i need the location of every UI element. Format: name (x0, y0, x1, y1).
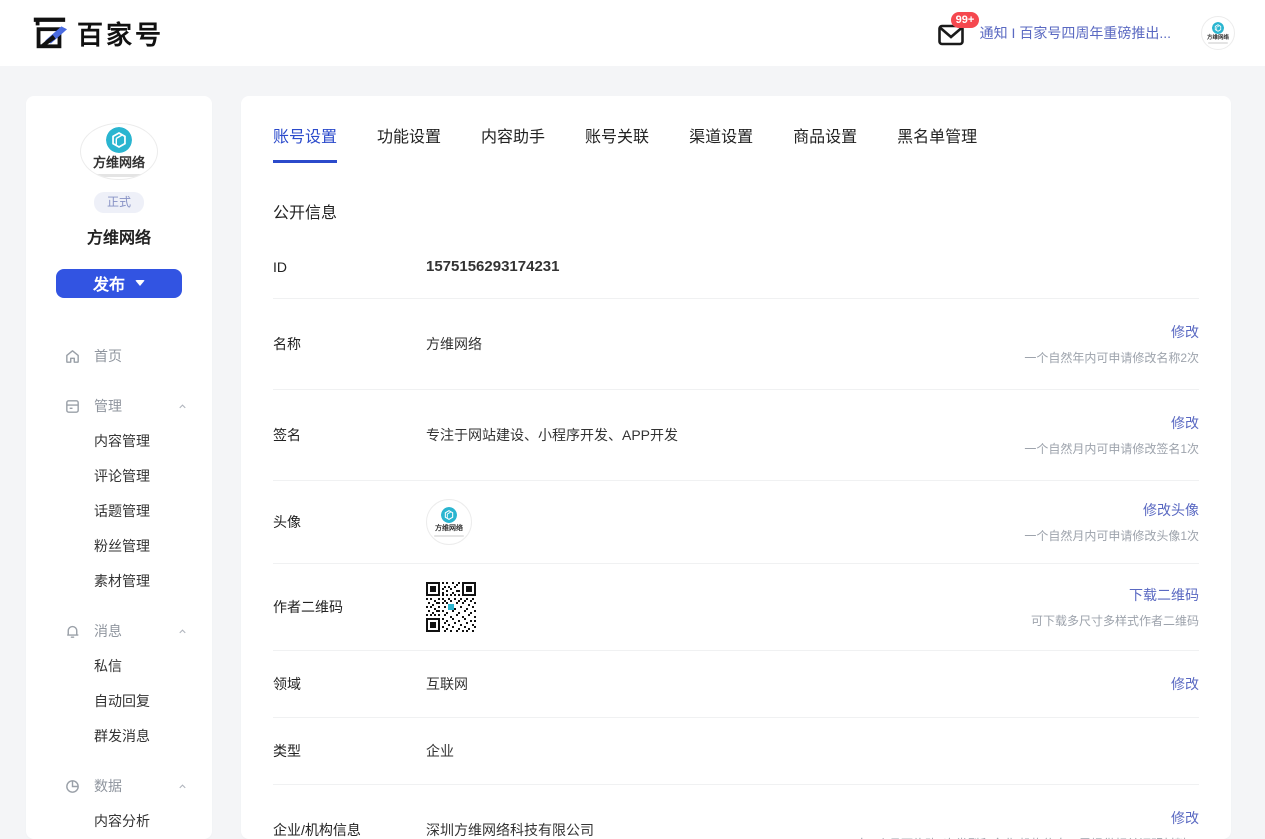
row-name: 名称 方维网络 修改 一个自然年内可申请修改名称2次 (273, 299, 1199, 390)
row-helper-text: 一个自然月内可申请修改签名1次 (1024, 440, 1199, 457)
bell-icon (64, 623, 81, 640)
row-label: 头像 (273, 512, 426, 532)
settings-tabs: 账号设置 功能设置 内容助手 账号关联 渠道设置 商品设置 黑名单管理 (273, 123, 1199, 163)
modify-name-link[interactable]: 修改 (1171, 322, 1199, 342)
row-label: ID (273, 259, 426, 275)
sidebar-group-messages[interactable]: 消息 (26, 613, 212, 649)
row-value: 互联网 (426, 674, 1171, 694)
row-value: 深圳方维网络科技有限公司 (426, 820, 858, 839)
pie-chart-icon (64, 778, 81, 795)
home-icon (64, 348, 81, 365)
row-id: ID 1575156293174231 (273, 235, 1199, 299)
tab-function-settings[interactable]: 功能设置 (377, 123, 441, 163)
chevron-up-icon (177, 781, 188, 792)
sidebar-item-comment-manage[interactable]: 评论管理 (26, 459, 212, 494)
notification-count-badge: 99+ (951, 12, 980, 28)
avatar-label: 方维网络 (93, 156, 145, 171)
sidebar-item-label: 首页 (94, 346, 122, 366)
row-type: 类型 企业 (273, 718, 1199, 785)
sidebar-group-data[interactable]: 数据 (26, 768, 212, 804)
avatar-subtext-decoration (434, 535, 464, 537)
row-org-info: 企业/机构信息 深圳方维网络科技有限公司 修改 每6个月可修改1次类型和企业/机… (273, 785, 1199, 839)
manage-icon (64, 398, 81, 415)
row-label: 签名 (273, 425, 426, 445)
row-label: 作者二维码 (273, 597, 426, 617)
sidebar-item-material-manage[interactable]: 素材管理 (26, 564, 212, 599)
row-helper-text: 可下载多尺寸多样式作者二维码 (1031, 612, 1199, 629)
account-avatar[interactable]: 方维网络 (80, 123, 158, 180)
sidebar-item-content-manage[interactable]: 内容管理 (26, 424, 212, 459)
row-label: 名称 (273, 334, 426, 354)
tab-account-linking[interactable]: 账号关联 (585, 123, 649, 163)
sidebar-group-label: 管理 (94, 396, 122, 416)
avatar-brand-icon (106, 127, 132, 153)
section-title-public-info: 公开信息 (273, 199, 1199, 223)
row-value: 专注于网站建设、小程序开发、APP开发 (426, 425, 1024, 445)
baijiahao-logo[interactable]: 百家号 (30, 15, 164, 52)
caret-down-icon (135, 280, 145, 286)
row-label: 领域 (273, 674, 426, 694)
avatar-subtext-decoration (1208, 42, 1228, 44)
settings-panel: 账号设置 功能设置 内容助手 账号关联 渠道设置 商品设置 黑名单管理 公开信息… (241, 96, 1231, 839)
modify-avatar-link[interactable]: 修改头像 (1143, 500, 1199, 520)
top-header: 百家号 99+ 通知 I 百家号四周年重磅推出... 方维网络 (0, 0, 1265, 66)
tab-product-settings[interactable]: 商品设置 (793, 123, 857, 163)
sidebar-item-content-analysis[interactable]: 内容分析 (26, 804, 212, 839)
publish-button-label: 发布 (93, 271, 125, 295)
row-qrcode: 作者二维码 (273, 564, 1199, 651)
row-avatar: 头像 方维网络 修改头像 一个自然月内可申请修改头像1次 (273, 481, 1199, 564)
sidebar-item-auto-reply[interactable]: 自动回复 (26, 684, 212, 719)
status-badge: 正式 (94, 192, 144, 212)
chevron-up-icon (177, 626, 188, 637)
row-value: 企业 (426, 741, 1199, 761)
modify-signature-link[interactable]: 修改 (1171, 413, 1199, 433)
sidebar-item-private-messages[interactable]: 私信 (26, 649, 212, 684)
row-field: 领域 互联网 修改 (273, 651, 1199, 718)
header-user-avatar[interactable]: 方维网络 (1201, 16, 1235, 50)
tab-account-settings[interactable]: 账号设置 (273, 123, 337, 163)
row-helper-text: 一个自然年内可申请修改名称2次 (1024, 349, 1199, 366)
sidebar-item-topic-manage[interactable]: 话题管理 (26, 494, 212, 529)
sidebar-menu: 首页 管理 内容管理 评论管理 话题管理 粉丝管理 素材管理 (26, 318, 212, 839)
avatar-subtext-decoration (92, 174, 146, 177)
profile-avatar-image: 方维网络 (426, 499, 472, 545)
modify-org-info-link[interactable]: 修改 (1171, 808, 1199, 828)
tab-channel-settings[interactable]: 渠道设置 (689, 123, 753, 163)
download-qrcode-link[interactable]: 下载二维码 (1129, 585, 1199, 605)
row-label: 类型 (273, 741, 426, 761)
avatar-label: 方维网络 (435, 525, 463, 533)
publish-button[interactable]: 发布 (56, 269, 182, 298)
row-label: 企业/机构信息 (273, 820, 426, 839)
baijiahao-logo-icon (30, 15, 68, 51)
notification-link[interactable]: 通知 I 百家号四周年重磅推出... (980, 23, 1171, 43)
row-helper-text: 一个自然月内可申请修改头像1次 (1024, 527, 1199, 544)
notifications-mail-button[interactable]: 99+ (938, 21, 966, 45)
chevron-up-icon (177, 401, 188, 412)
sidebar-group-manage[interactable]: 管理 (26, 388, 212, 424)
avatar-brand-icon (441, 507, 457, 523)
tab-content-assistant[interactable]: 内容助手 (481, 123, 545, 163)
sidebar-group-label: 消息 (94, 621, 122, 641)
row-value: 方维网络 (426, 334, 1024, 354)
row-helper-text: 每6个月可修改1次类型和企业/机构信息，需提供相关证明材料。 (858, 835, 1199, 839)
avatar-label: 方维网络 (1207, 35, 1229, 41)
sidebar: 方维网络 正式 方维网络 发布 首页 管理 (26, 96, 212, 839)
tab-blacklist-manage[interactable]: 黑名单管理 (897, 123, 977, 163)
sidebar-group-label: 数据 (94, 776, 122, 796)
avatar-brand-icon (1212, 22, 1224, 34)
sidebar-item-home[interactable]: 首页 (26, 338, 212, 374)
account-name: 方维网络 (87, 224, 151, 248)
logo-text: 百家号 (77, 15, 164, 52)
sidebar-item-mass-messages[interactable]: 群发消息 (26, 719, 212, 754)
modify-field-link[interactable]: 修改 (1171, 674, 1199, 694)
account-id-value: 1575156293174231 (426, 258, 1199, 275)
row-signature: 签名 专注于网站建设、小程序开发、APP开发 修改 一个自然月内可申请修改签名1… (273, 390, 1199, 481)
sidebar-item-fans-manage[interactable]: 粉丝管理 (26, 529, 212, 564)
qr-code-image (426, 582, 476, 632)
